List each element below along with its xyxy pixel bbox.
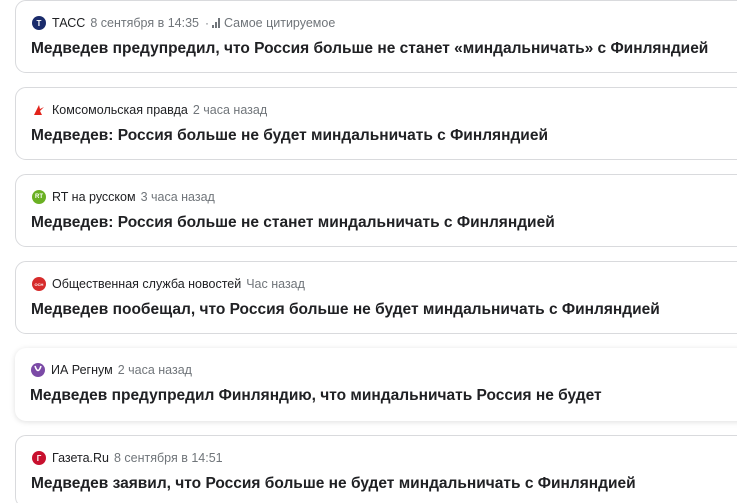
- news-card[interactable]: ИА Регнум 2 часа назад Медведев предупре…: [15, 348, 737, 421]
- news-card[interactable]: ОСН Общественная служба новостей Час наз…: [15, 261, 737, 334]
- news-feed: Т ТАСС 8 сентября в 14:35 · Самое цитиру…: [0, 0, 737, 503]
- publish-time: 8 сентября в 14:51: [114, 451, 223, 465]
- headline-link[interactable]: Медведев пообещал, что Россия больше не …: [31, 301, 660, 319]
- news-card[interactable]: Комсомольская правда 2 часа назад Медвед…: [15, 87, 737, 160]
- kp-logo-icon: [32, 103, 46, 117]
- headline-link[interactable]: Медведев: Россия больше не будет миндаль…: [31, 127, 548, 145]
- source-name[interactable]: Комсомольская правда: [52, 103, 188, 117]
- card-meta: Г Газета.Ru 8 сентября в 14:51: [32, 450, 223, 466]
- card-meta: RT RT на русском 3 часа назад: [32, 189, 215, 205]
- publish-time: Час назад: [246, 277, 305, 291]
- citation-bars-icon: [211, 18, 221, 28]
- source-name[interactable]: ИА Регнум: [51, 363, 113, 377]
- source-name[interactable]: RT на русском: [52, 190, 136, 204]
- source-name[interactable]: Общественная служба новостей: [52, 277, 241, 291]
- headline-link[interactable]: Медведев предупредил, что Россия больше …: [31, 40, 708, 58]
- source-name[interactable]: Газета.Ru: [52, 451, 109, 465]
- headline-link[interactable]: Медведев заявил, что Россия больше не бу…: [31, 475, 636, 493]
- publish-time: 3 часа назад: [140, 190, 215, 204]
- rt-logo-icon: RT: [32, 190, 46, 204]
- card-meta: ИА Регнум 2 часа назад: [31, 362, 192, 378]
- gazeta-logo-icon: Г: [32, 451, 46, 465]
- headline-link[interactable]: Медведев предупредил Финляндию, что минд…: [30, 387, 602, 405]
- citation-tag: Самое цитируемое: [223, 16, 336, 30]
- source-name[interactable]: ТАСС: [52, 16, 85, 30]
- news-card[interactable]: RT RT на русском 3 часа назад Медведев: …: [15, 174, 737, 247]
- tass-logo-icon: Т: [32, 16, 46, 30]
- osn-logo-icon: ОСН: [32, 277, 46, 291]
- separator-dot: ·: [204, 16, 209, 30]
- news-card[interactable]: Г Газета.Ru 8 сентября в 14:51 Медведев …: [15, 435, 737, 503]
- publish-time: 2 часа назад: [192, 103, 268, 117]
- card-meta: Комсомольская правда 2 часа назад: [32, 102, 267, 118]
- regnum-logo-icon: [31, 363, 45, 377]
- publish-time: 8 сентября в 14:35: [90, 16, 199, 30]
- card-meta: Т ТАСС 8 сентября в 14:35 · Самое цитиру…: [32, 15, 335, 31]
- news-card[interactable]: Т ТАСС 8 сентября в 14:35 · Самое цитиру…: [15, 0, 737, 73]
- headline-link[interactable]: Медведев: Россия больше не станет миндал…: [31, 214, 555, 232]
- card-meta: ОСН Общественная служба новостей Час наз…: [32, 276, 305, 292]
- publish-time: 2 часа назад: [117, 363, 192, 377]
